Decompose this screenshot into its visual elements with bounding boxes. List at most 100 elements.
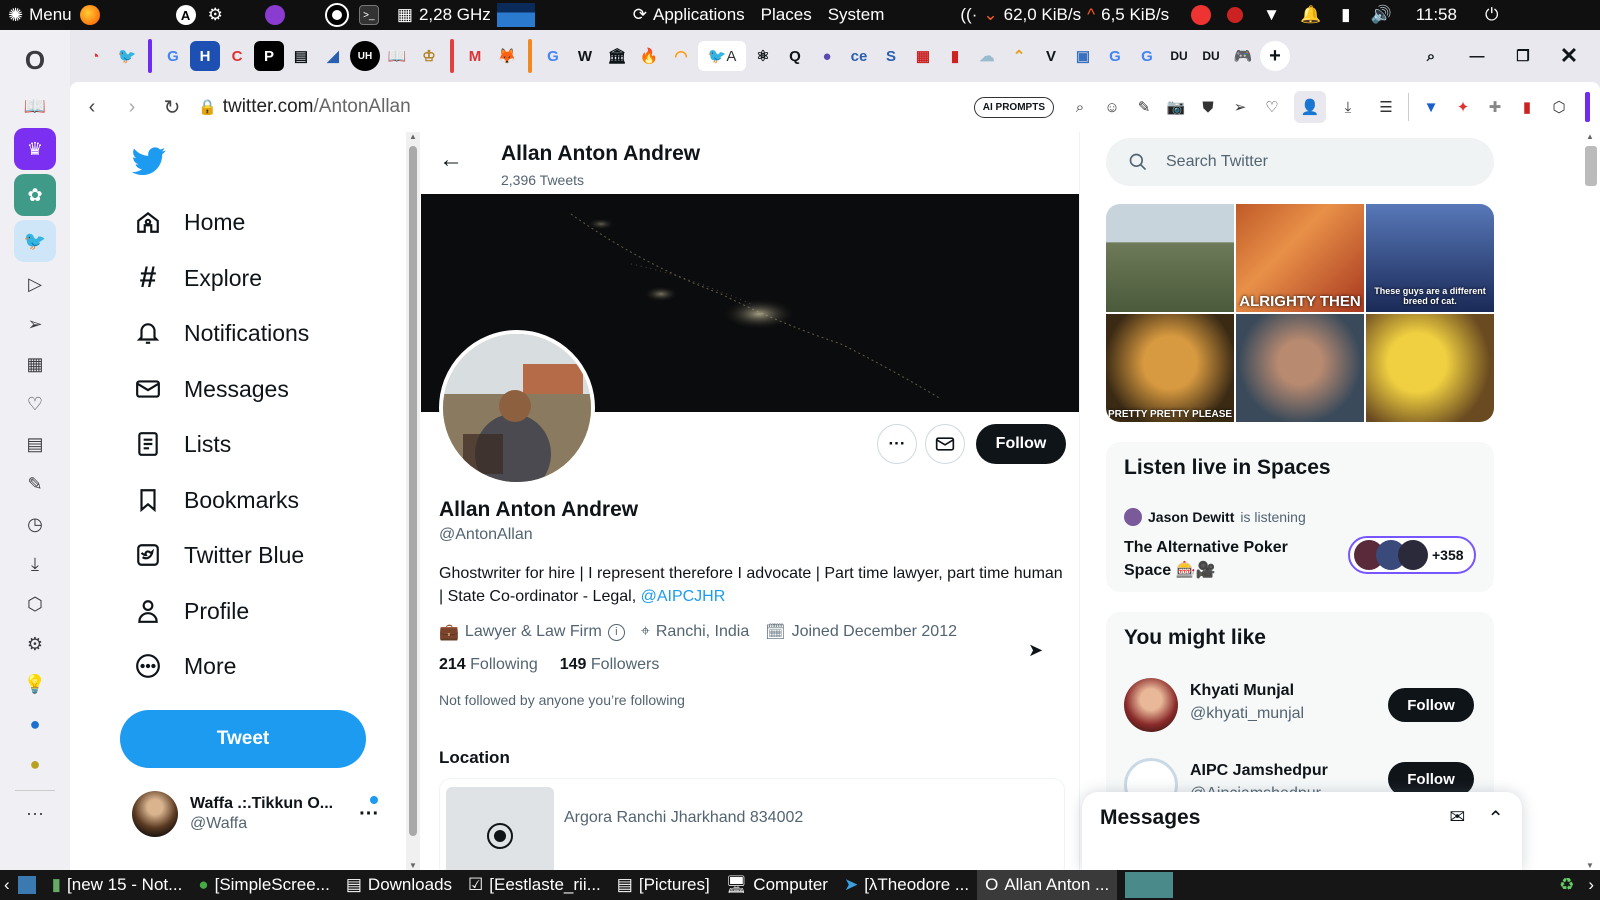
easy-setup-icon[interactable]: ☰	[1370, 91, 1402, 123]
nav-notifications[interactable]: Notifications	[134, 319, 309, 347]
right-scrollbar-thumb[interactable]	[1585, 146, 1597, 186]
applications-menu[interactable]: ⟳ Applications	[625, 5, 753, 25]
download-icon[interactable]: ⤓	[15, 546, 55, 582]
sidebar-more-icon[interactable]: ···	[15, 795, 55, 831]
twitter-sidebar-icon[interactable]: 🐦	[14, 220, 56, 262]
nav-explore[interactable]: # Explore	[134, 261, 262, 294]
suggestion-follow-button[interactable]: Follow	[1388, 762, 1474, 796]
new-tab-button[interactable]: +	[1260, 41, 1290, 71]
tab-red-grid[interactable]: ▦	[908, 41, 938, 71]
nav-twitter-blue[interactable]: Twitter Blue	[134, 541, 304, 569]
tab-doc[interactable]: ▤	[286, 41, 316, 71]
tab-cloud[interactable]: ☁	[972, 41, 1002, 71]
profile-bio-link[interactable]: @AIPCJHR	[641, 588, 726, 605]
nav-profile[interactable]: Profile	[134, 597, 249, 625]
new-message-icon[interactable]: ✉	[1449, 806, 1465, 829]
tab-search-icon[interactable]: ⌕	[1416, 41, 1446, 71]
places-menu[interactable]: Places	[753, 5, 820, 25]
battery-tray-icon[interactable]: ▮	[1341, 5, 1350, 25]
tab-crown[interactable]: ♔	[414, 41, 444, 71]
info-icon[interactable]: i	[607, 623, 625, 641]
tab-uh[interactable]: UH	[350, 41, 380, 71]
followers-link[interactable]: 149 Followers	[560, 656, 660, 674]
media-tile-minion[interactable]	[1366, 314, 1494, 422]
tab-box[interactable]: ▣	[1068, 41, 1098, 71]
player-icon[interactable]: ▷	[15, 266, 55, 302]
restore-icon[interactable]: ❐	[1508, 41, 1538, 71]
chat-bubble-icon[interactable]: ●	[15, 706, 55, 742]
tab-google-3[interactable]: G	[1100, 41, 1130, 71]
show-desktop-icon[interactable]	[17, 876, 36, 894]
reload-icon[interactable]: ↻	[152, 87, 192, 127]
history-icon[interactable]: ◷	[15, 506, 55, 542]
scroll-up-icon[interactable]: ▲	[409, 132, 417, 141]
twitter-logo-icon[interactable]	[131, 144, 168, 180]
space-listeners-pill[interactable]: +358	[1348, 536, 1476, 574]
tab-du-1[interactable]: DU	[1164, 41, 1194, 71]
taskbar-item[interactable]: ➤ [λTheodore ...	[836, 870, 977, 900]
back-arrow-icon[interactable]: ←	[439, 146, 463, 174]
tab-c[interactable]: C	[222, 41, 252, 71]
puzzle-icon[interactable]: ✚	[1479, 91, 1511, 123]
taskbar-item[interactable]: ▤ [Pictures]	[609, 870, 718, 900]
account-switcher[interactable]: Waffa .:.Tikkun O... @Waffa ···	[132, 786, 392, 842]
tab-speed-dial[interactable]: ◔	[80, 41, 110, 71]
tab-bank[interactable]: 🏛	[602, 41, 632, 71]
lightbulb-icon[interactable]: 💡	[15, 666, 55, 702]
tab-fox[interactable]: 🦊	[492, 41, 522, 71]
following-link[interactable]: 214 Following	[439, 656, 538, 674]
media-tile-speech[interactable]: These guys are a different breed of cat.	[1366, 204, 1494, 312]
tab-h[interactable]: H	[190, 41, 220, 71]
taskbar-item-active[interactable]: O Allan Anton ...	[977, 870, 1118, 900]
profile-avatar[interactable]	[439, 330, 595, 486]
tweet-button[interactable]: Tweet	[120, 710, 366, 768]
heart-ext-icon[interactable]: ♡	[1256, 91, 1288, 123]
wifi-tray-icon[interactable]: ▼	[1263, 5, 1280, 25]
scroll2-down-icon[interactable]: ▼	[1586, 861, 1594, 870]
left-scrollbar-thumb[interactable]	[409, 146, 417, 836]
crown-app-icon[interactable]: ♛	[14, 128, 56, 170]
taskbar-item[interactable]: ▮ [new 15 - Not...	[44, 870, 191, 900]
tab-atom[interactable]: ⚛	[748, 41, 778, 71]
menu-button[interactable]: ✺ Menu	[0, 5, 80, 26]
suggestion-row[interactable]: Khyati Munjal @khyati_munjal Follow	[1124, 678, 1476, 734]
settings-launcher-icon[interactable]: ⚙	[208, 5, 223, 25]
url-field[interactable]: twitter.com/AntonAllan	[223, 96, 411, 118]
location-card[interactable]: Argora Ranchi Jharkhand 834002	[439, 778, 1065, 870]
pen-icon[interactable]: ✎	[1128, 91, 1160, 123]
system-menu[interactable]: System	[820, 5, 893, 25]
expand-chevron-icon[interactable]: ⌃	[1487, 806, 1504, 831]
media-tile-alrighty[interactable]: ALRIGHTY THEN	[1236, 204, 1364, 312]
tab-twitter[interactable]: 🐦	[112, 41, 142, 71]
back-icon[interactable]: ‹	[72, 87, 112, 127]
tab-rainbow[interactable]: ◠	[666, 41, 696, 71]
forward-icon[interactable]: ›	[112, 87, 152, 127]
tab-fire[interactable]: 🔥	[634, 41, 664, 71]
nav-bookmarks[interactable]: Bookmarks	[134, 486, 299, 514]
tab-google-4[interactable]: G	[1132, 41, 1162, 71]
nav-messages[interactable]: Messages	[134, 375, 289, 403]
clock[interactable]: 11:58	[1416, 5, 1457, 25]
suggestion-follow-button[interactable]: Follow	[1388, 688, 1474, 722]
volume-tray-icon[interactable]: 🔊	[1371, 5, 1392, 25]
tab-twitter-active[interactable]: 🐦 A	[698, 41, 746, 71]
tab-ce[interactable]: ce	[844, 41, 874, 71]
send-ext-icon[interactable]: ➢	[1224, 91, 1256, 123]
ai-prompts-button[interactable]: AI PROMPTS	[973, 96, 1054, 118]
ext-blue-icon[interactable]: ▼	[1415, 91, 1447, 123]
right-scrollbar[interactable]: ▲ ▼	[1578, 132, 1600, 870]
media-tile-landscape[interactable]	[1106, 204, 1234, 312]
launcher-a-icon[interactable]: A	[175, 5, 196, 25]
tab-q[interactable]: Q	[780, 41, 810, 71]
tab-gmail[interactable]: M	[460, 41, 490, 71]
download-ext-icon[interactable]: ⤓	[1332, 91, 1364, 123]
tab-flag[interactable]: ▮	[940, 41, 970, 71]
tab-game[interactable]: 🎮	[1228, 41, 1258, 71]
profile-message-button[interactable]	[925, 424, 965, 464]
updates-tray-icon[interactable]	[1191, 5, 1212, 25]
nav-lists[interactable]: Lists	[134, 430, 231, 458]
ext-pin-icon[interactable]: ✦	[1447, 91, 1479, 123]
edit-icon[interactable]: ✎	[15, 466, 55, 502]
tab-du-2[interactable]: DU	[1196, 41, 1226, 71]
taskbar-item[interactable]: ● [SimpleScree...	[190, 870, 338, 900]
